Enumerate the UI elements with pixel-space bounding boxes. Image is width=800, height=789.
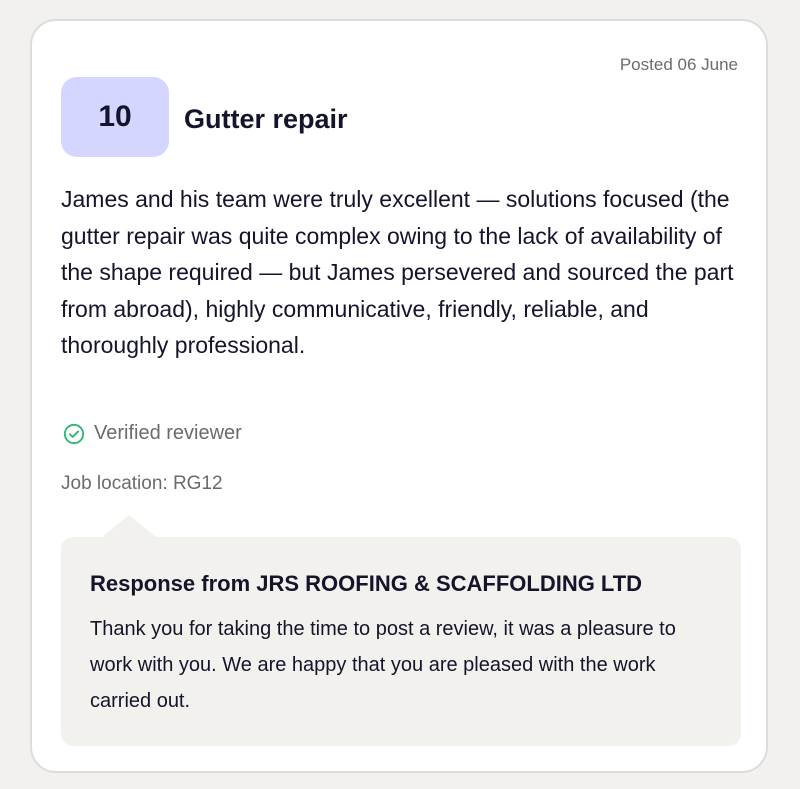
score-badge: 10: [61, 77, 169, 157]
verified-label: Verified reviewer: [94, 422, 242, 444]
score-value: 10: [98, 100, 132, 133]
review-text: James and his team were truly excellent …: [61, 186, 734, 359]
response-text: Thank you for taking the time to post a …: [90, 618, 676, 712]
posted-date: Posted 06 June: [619, 55, 738, 74]
job-location: Job location: RG12: [61, 473, 223, 494]
response-pointer: [101, 515, 157, 538]
business-response: Response from JRS ROOFING & SCAFFOLDING …: [61, 515, 741, 746]
response-title: Response from JRS ROOFING & SCAFFOLDING …: [90, 571, 643, 596]
check-circle-icon: [63, 423, 85, 445]
verified-reviewer-badge: Verified reviewer: [63, 422, 242, 445]
review-title: Gutter repair: [184, 104, 348, 134]
review-card: Posted 06 June 10 Gutter repair James an…: [30, 19, 768, 773]
